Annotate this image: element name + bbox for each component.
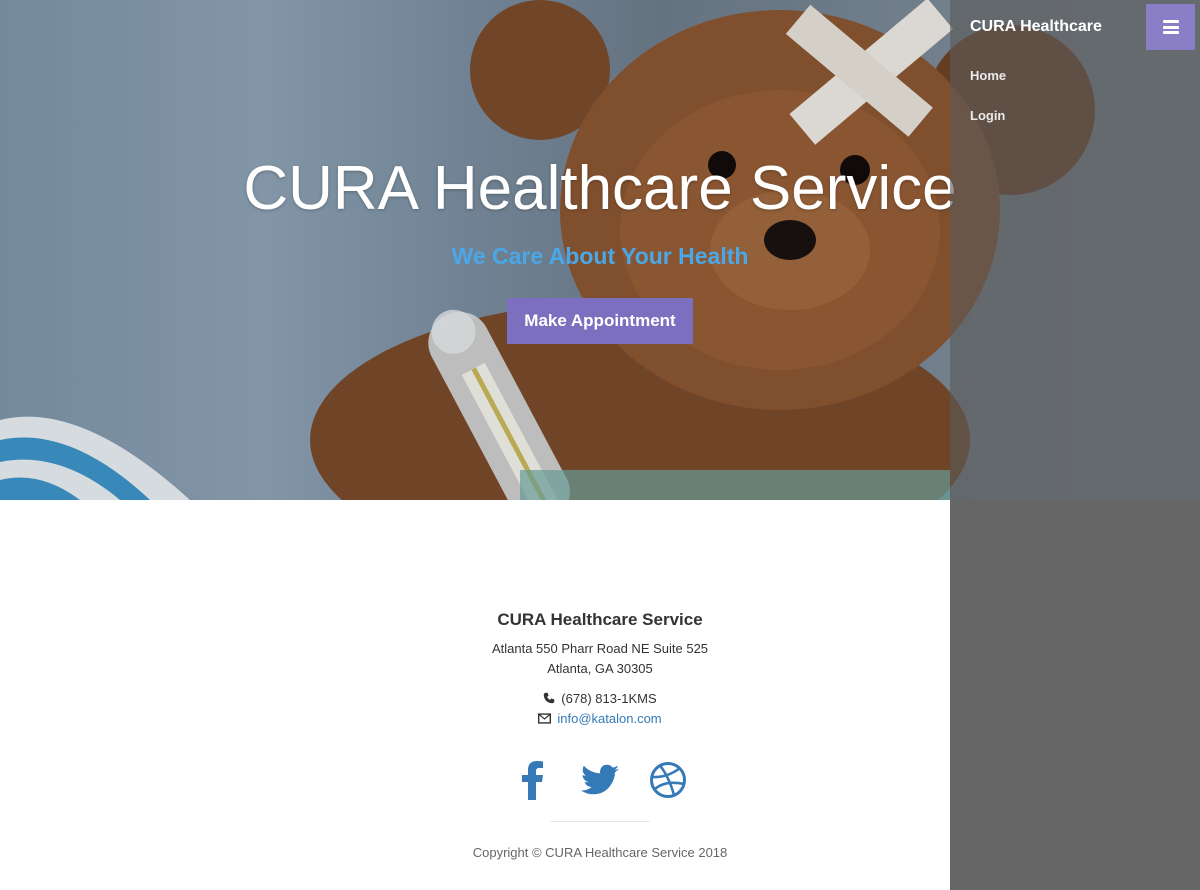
bars-icon xyxy=(1162,20,1179,34)
envelope-icon xyxy=(538,712,552,727)
email-link[interactable]: info@katalon.com xyxy=(557,711,661,726)
footer-divider xyxy=(550,821,650,822)
phone-icon xyxy=(543,692,555,707)
phone-number: (678) 813-1KMS xyxy=(561,691,657,706)
menu-toggle-button[interactable] xyxy=(1146,4,1195,50)
sidebar-menu: CURA Healthcare Home Login xyxy=(950,0,1200,890)
dribbble-icon[interactable] xyxy=(649,758,687,802)
sidebar-lower-panel xyxy=(950,500,1200,890)
twitter-icon[interactable] xyxy=(581,758,619,802)
facebook-icon[interactable] xyxy=(513,758,551,802)
sidebar-item-login[interactable]: Login xyxy=(970,108,1005,123)
sidebar-brand[interactable]: CURA Healthcare xyxy=(970,18,1102,36)
make-appointment-button[interactable]: Make Appointment xyxy=(507,298,693,344)
sidebar-item-home[interactable]: Home xyxy=(970,68,1006,83)
